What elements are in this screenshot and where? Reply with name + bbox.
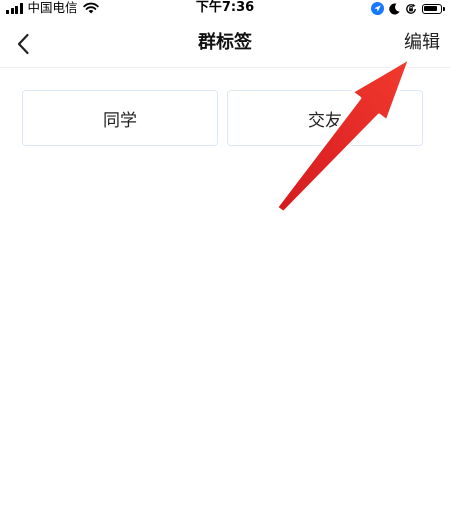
status-right	[371, 2, 445, 15]
nav-bar: 群标签 编辑	[0, 18, 450, 68]
group-tags-screen: 中国电信 下午7:36 群标签 编辑 同学 交友	[0, 0, 450, 519]
tag-item-friends[interactable]: 交友	[227, 90, 423, 146]
annotation-arrow-icon	[275, 56, 412, 214]
battery-icon	[422, 3, 445, 14]
edit-button[interactable]: 编辑	[404, 32, 440, 54]
tag-grid: 同学 交友	[22, 90, 425, 146]
status-bar: 中国电信 下午7:36	[0, 0, 450, 18]
rotation-lock-icon	[406, 3, 416, 14]
location-arrow-icon	[371, 2, 384, 15]
page-title: 群标签	[198, 32, 252, 53]
moon-icon	[389, 3, 400, 15]
tag-item-classmates[interactable]: 同学	[22, 90, 218, 146]
battery-level	[424, 5, 438, 12]
